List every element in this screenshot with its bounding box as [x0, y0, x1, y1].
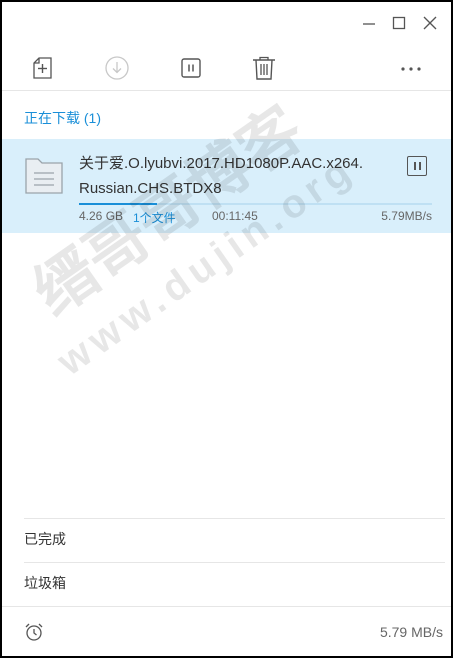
- pause-icon-bar: [418, 162, 421, 170]
- new-task-icon: [33, 57, 52, 79]
- minimize-button[interactable]: [357, 12, 381, 34]
- watermark: 缙哥哥博客 www.dujin.org: [2, 64, 451, 539]
- divider: [24, 562, 445, 563]
- tab-trash[interactable]: 垃圾箱: [24, 573, 66, 593]
- tab-completed[interactable]: 已完成: [24, 529, 66, 549]
- speed-limit-button[interactable]: [24, 622, 44, 642]
- task-size: 4.26 GB: [79, 209, 124, 223]
- pause-button[interactable]: [174, 52, 208, 84]
- toolbar: [2, 46, 451, 91]
- delete-button[interactable]: [247, 52, 281, 84]
- pause-icon: [181, 58, 201, 78]
- alarm-clock-icon: [25, 623, 43, 641]
- total-speed: 5.79 MB/s: [379, 624, 443, 640]
- start-button[interactable]: [100, 52, 134, 84]
- progress-bar: [79, 203, 432, 205]
- task-name: 关于爱.O.lyubvi.2017.HD1080P.AAC.x264.Russi…: [79, 155, 364, 197]
- maximize-icon: [392, 16, 406, 30]
- title-bar: [2, 2, 451, 42]
- divider: [2, 606, 451, 607]
- maximize-button[interactable]: [387, 12, 411, 34]
- close-icon: [423, 16, 437, 30]
- folder-document-icon: [24, 155, 64, 195]
- task-pause-button[interactable]: [407, 156, 427, 176]
- more-button[interactable]: [394, 52, 428, 84]
- task-files-link[interactable]: 1个文件: [133, 209, 176, 226]
- trash-icon: [253, 56, 275, 80]
- progress-fill: [79, 203, 157, 205]
- download-manager-window: 正在下载 (1) 关于爱.O.lyubvi.2017.HD1080P.AAC.x…: [2, 2, 451, 656]
- divider: [24, 518, 445, 519]
- task-speed: 5.79MB/s: [381, 209, 432, 223]
- tab-downloading[interactable]: 正在下载 (1): [24, 108, 101, 128]
- new-task-button[interactable]: [26, 52, 60, 84]
- pause-icon: [413, 162, 416, 170]
- task-row[interactable]: 关于爱.O.lyubvi.2017.HD1080P.AAC.x264.Russi…: [2, 139, 451, 233]
- task-elapsed: 00:11:45: [212, 209, 258, 223]
- close-button[interactable]: [418, 12, 442, 34]
- download-circle-icon: [105, 56, 129, 80]
- more-dots-icon: [401, 67, 421, 71]
- minimize-icon: [363, 23, 375, 25]
